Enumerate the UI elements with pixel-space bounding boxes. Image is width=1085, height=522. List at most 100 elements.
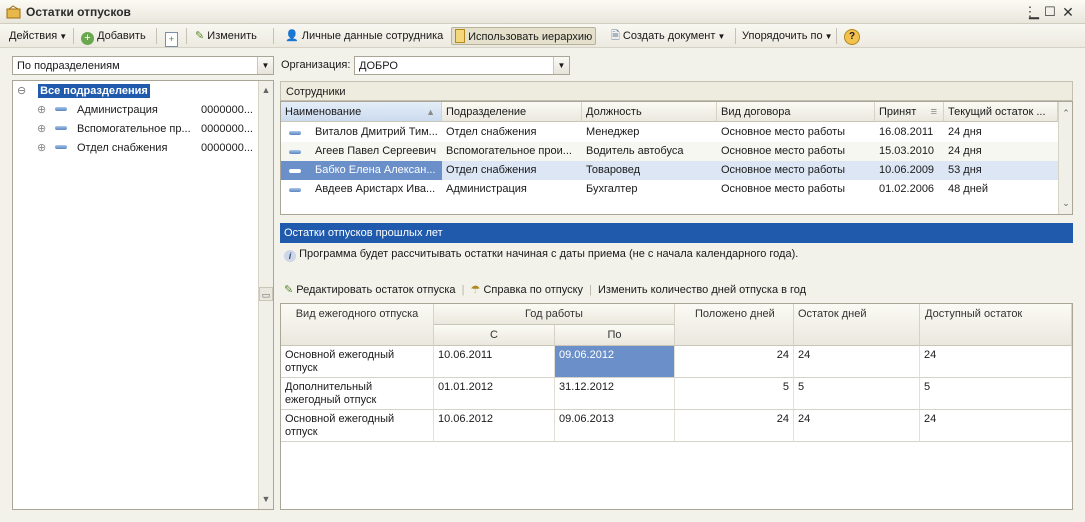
column-header-label: Текущий остаток ... <box>948 106 1046 118</box>
edit-button[interactable]: ✎ Изменить <box>192 27 260 45</box>
cell-to-selected[interactable]: 09.06.2012 <box>555 346 675 378</box>
scroll-up-icon[interactable]: ⌃ <box>1059 106 1073 120</box>
cell-position: Товаровед <box>586 164 641 176</box>
pencil-icon: ✎ <box>195 30 205 42</box>
cell-name: Бабко Елена Алексан... <box>315 164 436 176</box>
copy-button[interactable]: + <box>162 27 181 47</box>
separator: | <box>461 284 465 296</box>
cell-available: 5 <box>920 378 1072 410</box>
tree-item-code: 0000000... <box>201 104 253 116</box>
sort-asc-icon: ▲ <box>426 107 435 117</box>
separator <box>273 28 274 44</box>
hierarchy-icon <box>455 29 465 43</box>
scroll-up-icon[interactable]: ▲ <box>259 83 273 97</box>
create-document-menu[interactable]: 🗎 Создать документ ▼ <box>608 27 728 45</box>
column-header-position[interactable]: Должность <box>582 102 717 122</box>
actions-menu[interactable]: Действия ▼ <box>6 27 70 45</box>
dropdown-arrow-icon[interactable]: ▼ <box>257 57 273 74</box>
separator <box>156 28 157 44</box>
table-row[interactable]: Виталов Дмитрий Тим... Отдел снабжения М… <box>281 123 1058 142</box>
help-button[interactable]: ? <box>841 27 863 45</box>
change-days-button[interactable]: Изменить количество дней отпуска в год <box>598 284 806 296</box>
use-hierarchy-toggle[interactable]: Использовать иерархию <box>451 27 597 45</box>
column-header-to[interactable]: По <box>555 325 675 346</box>
cell-department: Отдел снабжения <box>446 164 537 176</box>
cell-contract: Основное место работы <box>721 126 846 138</box>
table-row[interactable]: Основной ежегодный отпуск 10.06.2012 09.… <box>281 410 1072 442</box>
column-header-available[interactable]: Доступный остаток <box>920 304 1072 346</box>
separator <box>836 28 837 44</box>
cell-to: 31.12.2012 <box>555 378 675 410</box>
cell-to: 09.06.2013 <box>555 410 675 442</box>
leave-help-button[interactable]: ☂ Справка по отпуску <box>471 284 587 296</box>
cell-department: Администрация <box>446 183 527 195</box>
column-header-work-year[interactable]: Год работы <box>434 304 675 325</box>
column-header-hired[interactable]: Принят ≡ <box>875 102 944 122</box>
cell-hired: 01.02.2006 <box>879 183 935 195</box>
add-button[interactable]: + Добавить <box>78 27 149 45</box>
column-header-department[interactable]: Подразделение <box>442 102 582 122</box>
tree-item-name: Отдел снабжения <box>77 142 168 154</box>
minimize-button[interactable]: ▁ <box>1026 4 1042 20</box>
column-header-name[interactable]: Наименование ▲ <box>281 102 442 122</box>
maximize-button[interactable]: ☐ <box>1042 4 1058 20</box>
table-row[interactable]: Основной ежегодный отпуск 10.06.2011 09.… <box>281 346 1072 378</box>
column-header-label: Наименование <box>285 106 362 118</box>
cell-department: Вспомогательное прои... <box>446 145 572 157</box>
folder-icon <box>55 126 68 130</box>
tree-scrollbar[interactable]: ▲ ▭ ▼ <box>258 81 273 509</box>
table-row-selected[interactable]: Бабко Елена Алексан... Отдел снабжения Т… <box>281 161 1058 180</box>
column-header-leave-type[interactable]: Вид ежегодного отпуска <box>281 304 434 346</box>
table-row[interactable]: Дополнительный ежегодный отпуск 01.01.20… <box>281 378 1072 410</box>
tree-item[interactable]: ⊕ Администрация 0000000... <box>37 101 257 120</box>
table-row[interactable]: Авдеев Аристарх Ива... Администрация Бух… <box>281 180 1058 199</box>
edit-balance-button[interactable]: ✎ Редактировать остаток отпуска <box>284 284 459 296</box>
department-tree[interactable]: ⊖ Все подразделения ⊕ Администрация 0000… <box>12 80 274 510</box>
document-icon: 🗎 <box>611 30 620 42</box>
copy-icon: + <box>165 32 178 47</box>
scroll-down-icon[interactable]: ▼ <box>259 492 273 506</box>
expand-icon[interactable]: ⊕ <box>37 104 46 116</box>
cell-name: Виталов Дмитрий Тим... <box>315 126 438 138</box>
edit-balance-label: Редактировать остаток отпуска <box>296 284 456 296</box>
cell-contract: Основное место работы <box>721 183 846 195</box>
tree-item[interactable]: ⊕ Вспомогательное пр... 0000000... <box>37 120 257 139</box>
scroll-down-icon[interactable]: ⌄ <box>1059 196 1073 210</box>
cell-balance: 5 <box>794 378 920 410</box>
tree-item[interactable]: ⊕ Отдел снабжения 0000000... <box>37 139 257 158</box>
organization-select[interactable]: ДОБРО ▼ <box>354 56 570 75</box>
column-header-balance[interactable]: Текущий остаток ... <box>944 102 1058 122</box>
sort-menu[interactable]: Упорядочить по ▼ <box>739 27 836 45</box>
table-row[interactable]: Агеев Павел Сергеевич Вспомогательное пр… <box>281 142 1058 161</box>
cell-available: 24 <box>920 346 1072 378</box>
cell-hired: 16.08.2011 <box>879 126 934 138</box>
cell-position: Менеджер <box>586 126 640 138</box>
cell-balance: 48 дней <box>948 183 989 195</box>
close-button[interactable]: ✕ <box>1060 4 1076 20</box>
personal-data-button[interactable]: 👤 Личные данные сотрудника <box>282 27 446 45</box>
past-leaves-table[interactable]: Вид ежегодного отпуска Год работы С По П… <box>280 303 1073 510</box>
column-header-entitled[interactable]: Положено дней <box>675 304 794 346</box>
employees-scrollbar[interactable]: ⌃ ⌄ <box>1058 102 1072 214</box>
cell-entitled: 24 <box>675 346 794 378</box>
dropdown-arrow-icon[interactable]: ▼ <box>553 57 569 74</box>
cell-name: Агеев Павел Сергеевич <box>315 145 437 157</box>
expand-icon[interactable]: ⊕ <box>37 142 46 154</box>
help-icon: ? <box>844 29 860 45</box>
employees-table[interactable]: Наименование ▲ Подразделение Должность В… <box>280 101 1073 215</box>
group-mode-select[interactable]: По подразделениям ▼ <box>12 56 274 75</box>
cell-position: Бухгалтер <box>586 183 638 195</box>
column-header-from[interactable]: С <box>434 325 555 346</box>
plus-icon: + <box>81 32 94 45</box>
filter-icon[interactable]: ≡ <box>931 102 937 121</box>
column-header-contract[interactable]: Вид договора <box>717 102 875 122</box>
column-header-balance[interactable]: Остаток дней <box>794 304 920 346</box>
past-leaves-header: Остатки отпусков прошлых лет <box>280 223 1073 243</box>
collapse-icon[interactable]: ⊖ <box>17 82 27 101</box>
cell-leave-type: Основной ежегодный отпуск <box>281 410 434 442</box>
expand-icon[interactable]: ⊕ <box>37 123 46 135</box>
tree-root[interactable]: ⊖ Все подразделения <box>17 82 150 101</box>
employee-icon <box>289 169 301 173</box>
folder-icon <box>55 145 68 149</box>
scroll-thumb[interactable]: ▭ <box>259 287 273 301</box>
